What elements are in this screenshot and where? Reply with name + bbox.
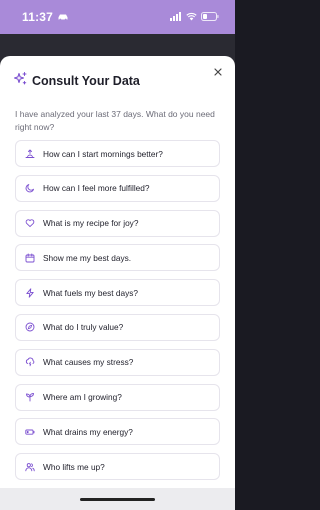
status-bar: 11:37	[0, 0, 235, 34]
option-label: What drains my energy?	[43, 426, 133, 437]
status-left: 11:37	[22, 8, 69, 26]
moon-icon	[25, 183, 35, 193]
status-right	[170, 8, 219, 26]
option-label: What fuels my best days?	[43, 287, 138, 298]
status-time: 11:37	[22, 10, 54, 24]
home-indicator-bar	[0, 488, 235, 510]
option-best-days[interactable]: Show me my best days.	[15, 244, 220, 272]
option-start-mornings[interactable]: How can I start mornings better?	[15, 140, 220, 167]
option-label: What causes my stress?	[43, 357, 134, 368]
consult-data-sheet: Consult Your Data I have analyzed your l…	[0, 56, 235, 488]
wifi-icon	[186, 8, 197, 26]
battery-low-icon	[25, 427, 35, 437]
option-label: How can I start mornings better?	[43, 148, 163, 159]
option-where-growing[interactable]: Where am I growing?	[15, 383, 220, 411]
option-label: How can I feel more fulfilled?	[43, 183, 150, 194]
home-indicator[interactable]	[80, 498, 155, 501]
signal-icon	[170, 8, 182, 26]
option-causes-stress[interactable]: What causes my stress?	[15, 348, 220, 376]
battery-icon	[201, 8, 219, 26]
option-label: Show me my best days.	[43, 252, 132, 263]
heart-icon	[25, 218, 35, 228]
sheet-header: Consult Your Data	[13, 72, 140, 90]
sprout-icon	[25, 392, 35, 402]
option-recipe-for-joy[interactable]: What is my recipe for joy?	[15, 209, 220, 237]
option-fuels-best-days[interactable]: What fuels my best days?	[15, 279, 220, 307]
option-label: What is my recipe for joy?	[43, 218, 139, 229]
sheet-title: Consult Your Data	[32, 74, 140, 88]
car-icon	[57, 8, 69, 26]
option-drains-energy[interactable]: What drains my energy?	[15, 418, 220, 446]
option-truly-value[interactable]: What do I truly value?	[15, 313, 220, 341]
option-label: Who lifts me up?	[43, 461, 105, 472]
option-label: What do I truly value?	[43, 322, 124, 333]
close-icon	[214, 68, 222, 76]
people-icon	[25, 462, 35, 472]
lightning-icon	[25, 288, 35, 298]
sparkle-icon	[13, 72, 27, 90]
sunrise-icon	[25, 149, 35, 159]
option-feel-fulfilled[interactable]: How can I feel more fulfilled?	[15, 174, 220, 202]
option-label: Where am I growing?	[43, 392, 122, 403]
option-lifts-me-up[interactable]: Who lifts me up?	[15, 453, 220, 481]
question-options-list: How can I start mornings better? How can…	[15, 140, 220, 488]
close-button[interactable]	[211, 65, 225, 79]
sheet-description: I have analyzed your last 37 days. What …	[15, 109, 215, 132]
storm-cloud-icon	[25, 357, 35, 367]
calendar-icon	[25, 253, 35, 263]
compass-icon	[25, 322, 35, 332]
